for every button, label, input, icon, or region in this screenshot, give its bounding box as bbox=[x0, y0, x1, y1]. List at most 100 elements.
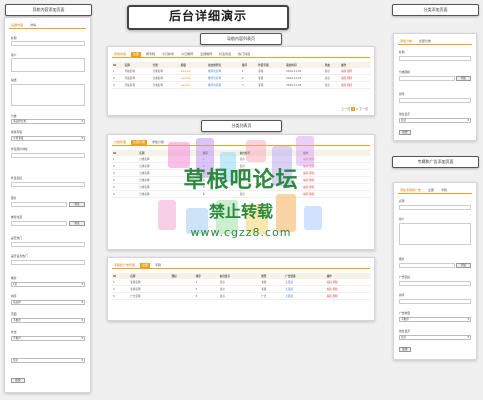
description-input[interactable] bbox=[11, 84, 85, 106]
tab-today-new[interactable]: 今日新增 bbox=[160, 52, 176, 57]
rt-upload-button[interactable]: 浏览 bbox=[456, 76, 471, 81]
set-hot-input[interactable] bbox=[11, 260, 85, 265]
page-select[interactable]: 不推荐 bbox=[11, 318, 85, 323]
tab-all-categories[interactable]: 全部分类 bbox=[131, 139, 148, 145]
rt-title-input[interactable] bbox=[399, 56, 471, 61]
nav-list-cell: 推荐位名称 bbox=[207, 74, 241, 82]
rating-select[interactable]: 1星 bbox=[11, 282, 85, 287]
rb-submit-button[interactable]: 提交 bbox=[399, 347, 411, 352]
tab-add-ad[interactable]: 添加专辑和广告 bbox=[398, 188, 423, 193]
summary-input[interactable] bbox=[11, 58, 85, 72]
right-top-tabs: 添加分类 全部分类 bbox=[398, 38, 472, 45]
nav-list-cell: 2 bbox=[112, 74, 124, 82]
ads-cell: 广告 bbox=[260, 292, 285, 300]
field-label-ext-link: 外链链接 bbox=[11, 176, 23, 180]
status-select-2[interactable]: 显示 bbox=[11, 358, 85, 363]
rb-type-select[interactable]: 不推荐 bbox=[399, 317, 471, 322]
ads-cell: 2 bbox=[194, 285, 219, 293]
rb-label-image: 图片 bbox=[399, 257, 405, 261]
rb-summary-input[interactable] bbox=[399, 223, 471, 245]
category-cell: 4 bbox=[112, 176, 139, 184]
position-upload-button[interactable]: 浏览 bbox=[69, 221, 85, 226]
ads-row: 3 广告名称 3 显示 广告 无链接 编辑 删除 bbox=[112, 292, 370, 300]
label-list-page: 导航内容列表页 bbox=[200, 33, 282, 45]
nav-list-cell: 分类名称 bbox=[151, 81, 180, 89]
left-submit-button[interactable]: 提交 bbox=[11, 378, 25, 383]
tab-all-rec[interactable]: 全部推荐 bbox=[198, 52, 214, 57]
tab-by-album[interactable]: 按专辑 bbox=[144, 52, 157, 57]
pager-prev[interactable]: 上一页 bbox=[341, 107, 350, 111]
rb-order-input[interactable] bbox=[399, 299, 471, 304]
pager-page-1[interactable]: 1 bbox=[351, 107, 356, 111]
tab-category-manage[interactable]: 分类管理 bbox=[112, 140, 128, 145]
ads-cell[interactable]: 编辑 删除 bbox=[325, 292, 370, 300]
pager-page-2[interactable]: 2 bbox=[356, 107, 358, 111]
status-select-1[interactable]: 不推荐 bbox=[11, 336, 85, 341]
tab-ad-manage[interactable]: 专辑和广告管理 bbox=[112, 263, 137, 268]
category-select[interactable]: 请选择分类 bbox=[11, 119, 85, 124]
nav-list-cell: 推荐位名称 bbox=[207, 81, 241, 89]
position-input[interactable] bbox=[11, 221, 67, 226]
tab-all-cat[interactable]: 全部分类 bbox=[417, 39, 433, 44]
rb-label-display: 前台显示 bbox=[399, 329, 411, 333]
tab-detail[interactable]: 详情 bbox=[28, 23, 38, 28]
field-label-hot: 是否热门 bbox=[11, 236, 23, 240]
watermark-line-3: www.cgzz8.com bbox=[190, 226, 292, 239]
rb-image-input[interactable] bbox=[399, 263, 455, 268]
nav-list-cell: 显示 bbox=[323, 74, 341, 82]
ads-cell: 3 bbox=[112, 292, 130, 300]
ext-image-input[interactable] bbox=[11, 153, 85, 158]
rb-label-summary: 简介 bbox=[399, 217, 405, 221]
image-input[interactable] bbox=[11, 202, 67, 207]
rb-link-input[interactable] bbox=[399, 281, 471, 286]
field-label-position: 推荐位置 bbox=[11, 215, 23, 219]
rt-display-select[interactable]: 显示 bbox=[399, 118, 471, 123]
ads-cell[interactable]: 编辑 删除 bbox=[325, 285, 370, 293]
rb-label-type: 广告类型 bbox=[399, 311, 411, 315]
hot-input[interactable] bbox=[11, 242, 85, 247]
left-form-panel: 基础内容 详情 标题 简介 描述 分类 请选择分类 所属专辑 全部专辑 外链图片… bbox=[4, 17, 91, 393]
rb-label-link: 广告链接 bbox=[399, 275, 411, 279]
tab-tag-filter[interactable]: 标签筛选 bbox=[217, 52, 233, 57]
tab-basic[interactable]: 基础内容 bbox=[9, 23, 25, 28]
tab-hot-filter[interactable]: 热门筛选 bbox=[236, 52, 252, 57]
field-label-recommend: 推荐 bbox=[11, 276, 17, 280]
tab-add-cat[interactable]: 添加分类 bbox=[398, 39, 414, 44]
rb-upload-button[interactable]: 浏览 bbox=[456, 263, 471, 268]
rt-order-input[interactable] bbox=[399, 98, 471, 103]
nav-list-panel: 导航内容 全部 按专辑 今日新增 今日推荐 全部推荐 标签筛选 热门筛选 ID 名… bbox=[107, 46, 375, 116]
nav-list-cell: 3 bbox=[240, 81, 258, 89]
tab-ad-album[interactable]: 专辑 bbox=[439, 188, 449, 193]
field-label-page: 页面 bbox=[11, 312, 17, 316]
rt-submit-button[interactable]: 提交 bbox=[399, 130, 411, 135]
ads-cell: 显示 bbox=[218, 292, 261, 300]
tab-today-rec[interactable]: 今日推荐 bbox=[179, 52, 195, 57]
field-label-summary: 简介 bbox=[11, 53, 17, 57]
nav-list-cell[interactable]: 编辑 删除 bbox=[340, 81, 370, 89]
rb-label-order: 排序 bbox=[399, 293, 405, 297]
right-bottom-form-panel: 添加专辑和广告 全部 专辑 名称 简介 图片 浏览 广告链接 排序 广告类型 不… bbox=[393, 182, 477, 360]
nav-list-table: ID 名称 分类 星级 前台推荐位 排序 外链专辑 添加时间 状态 操作 1 导航名称 分类名称 ★★★… bbox=[112, 62, 370, 89]
nav-list-cell: 2019-11-03 bbox=[285, 74, 324, 82]
pager-next[interactable]: 下一页 bbox=[359, 107, 368, 111]
ads-cell: 无链接 bbox=[284, 292, 326, 300]
tab-all[interactable]: 全部 bbox=[131, 51, 142, 57]
ads-cell bbox=[170, 285, 195, 293]
nav-list-cell: 导航名称 bbox=[123, 81, 152, 89]
ads-cell: 专辑 bbox=[260, 285, 285, 293]
rb-display-select[interactable]: 显示 bbox=[399, 335, 471, 340]
tab-nav-content[interactable]: 导航内容 bbox=[112, 52, 128, 57]
rt-icon-input[interactable] bbox=[399, 76, 455, 81]
album-select[interactable]: 全部专辑 bbox=[11, 136, 85, 141]
image-upload-button[interactable]: 浏览 bbox=[69, 202, 85, 207]
category-cell: 2 bbox=[112, 162, 139, 170]
order-select[interactable]: 请选择 bbox=[11, 300, 85, 305]
title-input[interactable] bbox=[11, 41, 85, 46]
nav-list-cell[interactable]: 编辑 删除 bbox=[340, 74, 370, 82]
ext-link-input[interactable] bbox=[11, 182, 85, 187]
ads-cell: 广告名称 bbox=[129, 292, 171, 300]
category-cell: 6 bbox=[112, 190, 139, 198]
tab-ad-all[interactable]: 全部 bbox=[426, 188, 436, 193]
ads-cell: 2 bbox=[112, 285, 130, 293]
rb-name-input[interactable] bbox=[399, 205, 471, 210]
